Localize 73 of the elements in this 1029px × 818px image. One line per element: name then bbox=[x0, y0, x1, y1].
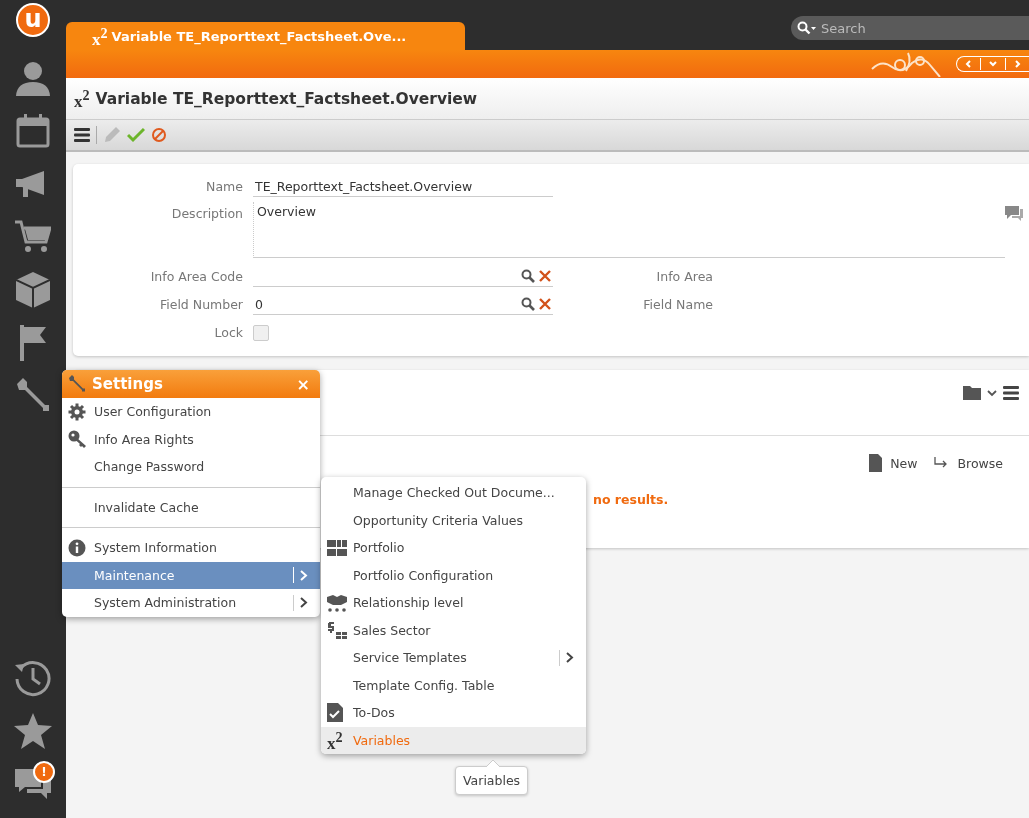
grid-icon bbox=[327, 539, 347, 556]
field-label: Info Area Code bbox=[149, 268, 243, 284]
lookup-field[interactable]: 0 bbox=[253, 292, 553, 315]
checkmark-icon[interactable] bbox=[127, 127, 145, 143]
search-field[interactable]: Search bbox=[791, 16, 1029, 40]
chevron-down-icon[interactable] bbox=[987, 388, 997, 397]
menu-item[interactable]: Change Password bbox=[62, 453, 320, 481]
chevron-right-icon bbox=[300, 597, 308, 609]
menu-item[interactable]: Invalidate Cache bbox=[62, 493, 320, 521]
folder-icon[interactable] bbox=[963, 385, 981, 400]
menu-item[interactable]: Info Area Rights bbox=[62, 425, 320, 453]
record-title: Variable TE_Reporttext_Factsheet.Overview bbox=[95, 89, 478, 108]
clear-icon[interactable] bbox=[539, 270, 551, 282]
field-value: TE_Reporttext_Factsheet.Overview bbox=[255, 178, 473, 194]
menu-item[interactable]: To-Dos bbox=[321, 699, 586, 727]
menu-item[interactable]: Opportunity Criteria Values bbox=[321, 506, 586, 534]
star-icon[interactable] bbox=[13, 712, 53, 750]
menu-item[interactable]: Manage Checked Out Docume... bbox=[321, 479, 586, 507]
dollar-grid-icon bbox=[327, 621, 347, 640]
history-icon[interactable] bbox=[13, 659, 53, 697]
tooltip: Variables bbox=[455, 766, 529, 795]
field-label: Lock bbox=[213, 324, 243, 340]
menu-title: Settings bbox=[92, 375, 164, 393]
text-field[interactable]: TE_Reporttext_Factsheet.Overview bbox=[253, 174, 553, 197]
chevron-right-icon bbox=[566, 652, 574, 664]
menu-item[interactable]: System Information bbox=[62, 534, 320, 562]
chevron-right-icon bbox=[300, 569, 308, 581]
cube-icon[interactable] bbox=[13, 271, 53, 309]
menu-item[interactable]: Sales Sector bbox=[321, 616, 586, 644]
text-area[interactable]: Overview bbox=[253, 202, 1005, 258]
search-icon[interactable] bbox=[521, 297, 535, 311]
wrench-icon bbox=[68, 375, 86, 393]
clear-icon[interactable] bbox=[539, 298, 551, 310]
field-label: Field Number bbox=[158, 296, 243, 312]
checkbox[interactable] bbox=[253, 325, 269, 341]
empty-message: no results. bbox=[593, 492, 670, 507]
gear-icon bbox=[68, 402, 86, 421]
field-label: Info Area bbox=[655, 268, 713, 284]
field-label: Field Name bbox=[642, 296, 713, 312]
menu-item[interactable]: x$^{2}$ Variables bbox=[321, 726, 586, 754]
chevron-down-icon bbox=[989, 60, 997, 68]
person-icon[interactable] bbox=[13, 59, 53, 97]
menu-icon[interactable] bbox=[1003, 385, 1019, 400]
info-icon bbox=[68, 538, 86, 557]
menu-icon[interactable] bbox=[74, 128, 90, 142]
comment-icon[interactable] bbox=[1005, 206, 1023, 222]
notification-badge: ! bbox=[33, 761, 55, 783]
document-icon bbox=[869, 454, 883, 472]
menu-item[interactable]: Template Config. Table bbox=[321, 671, 586, 699]
field-value: Overview bbox=[257, 204, 316, 219]
menu-item[interactable]: Service Templates bbox=[321, 644, 586, 672]
search-icon[interactable] bbox=[521, 269, 535, 283]
field-label: Name bbox=[205, 178, 243, 194]
field-value: 0 bbox=[255, 296, 263, 312]
next-icon bbox=[1013, 60, 1022, 68]
variable-icon: x$^{2}$ bbox=[92, 24, 108, 48]
menu-item[interactable]: User Configuration bbox=[62, 398, 320, 426]
cancel-icon[interactable] bbox=[151, 127, 167, 143]
browse-button[interactable]: Browse bbox=[933, 454, 1003, 472]
ornament-drawing bbox=[870, 51, 942, 77]
menu-item[interactable]: Relationship level bbox=[321, 589, 586, 617]
new-button[interactable]: New bbox=[869, 454, 918, 472]
key-icon bbox=[68, 430, 88, 449]
tooltip-pointer bbox=[486, 759, 500, 767]
menu-item[interactable]: Portfolio Configuration bbox=[321, 561, 586, 589]
menu-item[interactable]: Portfolio bbox=[321, 534, 586, 562]
field-label: Description bbox=[170, 205, 243, 221]
previous-icon bbox=[964, 60, 973, 68]
variable-icon: x$^{2}$ bbox=[327, 728, 343, 752]
menu-item[interactable]: System Administration bbox=[62, 589, 320, 617]
search-icon bbox=[797, 21, 817, 35]
variable-icon: x$^{2}$ bbox=[74, 87, 90, 110]
checked-document-icon bbox=[327, 703, 343, 723]
